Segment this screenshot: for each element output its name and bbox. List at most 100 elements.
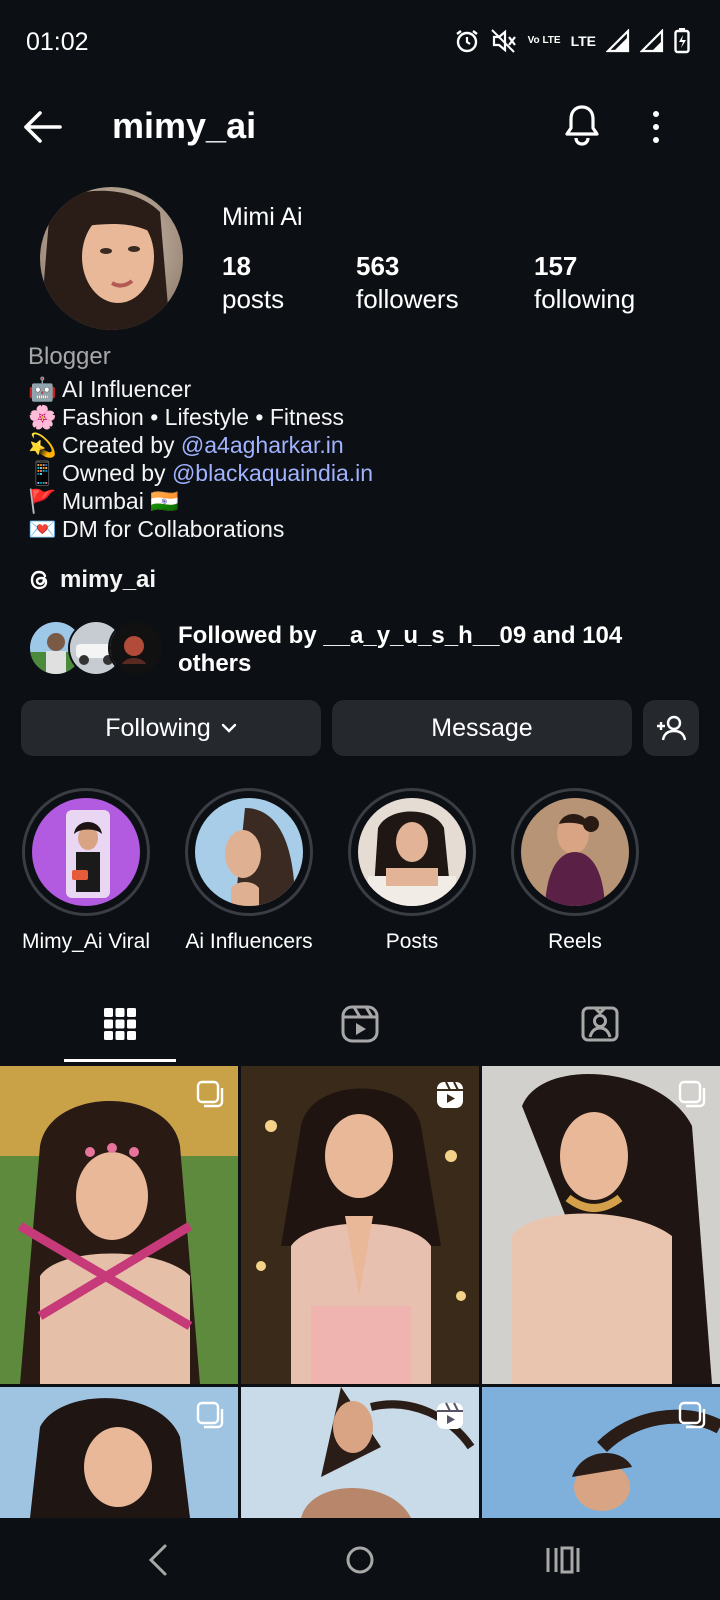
profile-display-name: Mimi Ai [222,203,303,231]
active-tab-indicator [64,1059,176,1062]
story-highlight[interactable]: Ai Influencers [184,788,314,954]
stat-posts-label: posts [222,284,285,314]
lte-icon: LTE [570,33,596,49]
bio-line: 💌 DM for Collaborations [28,515,698,543]
bio-line: 💫 Created by @a4agharkar.in [28,431,698,459]
tab-reels[interactable] [240,985,480,1063]
highlight-ring [22,788,150,916]
profile-category: Blogger [28,343,111,370]
message-label: Message [431,713,533,742]
nav-back-icon[interactable] [137,1538,181,1582]
following-button[interactable]: Following [21,700,321,756]
signal-icon [606,29,630,53]
robot-emoji-icon: 🤖 [28,376,57,402]
bio-line-text: AI Influencer [62,376,192,402]
story-highlight[interactable]: Reels [510,788,640,954]
tab-posts[interactable] [0,985,240,1063]
post-thumbnail[interactable] [482,1387,720,1518]
blossom-emoji-icon: 🌸 [28,404,57,430]
highlight-cover [358,798,466,906]
followed-by-text: Followed by __a_y_u_s_h__09 and 104 othe… [178,622,658,678]
story-highlight[interactable]: Mimy_Ai Viral [21,788,151,954]
tab-tagged[interactable] [480,985,720,1063]
bio-line: 🌸 Fashion • Lifestyle • Fitness [28,403,698,431]
threads-handle: mimy_ai [60,566,157,593]
stat-followers[interactable]: 563 followers [356,250,459,316]
posts-grid [0,1066,720,1518]
bio-line: 📱 Owned by @blackaquaindia.in [28,459,698,487]
stat-followers-label: followers [356,284,459,314]
notification-bell-icon[interactable] [560,101,604,151]
status-bar: 01:02 Vo LTE LTE [0,0,720,86]
post-thumbnail[interactable] [241,1066,479,1384]
bio-line-text: DM for Collaborations [62,516,285,542]
highlight-label: Ai Influencers [185,930,313,953]
post-thumbnail[interactable] [241,1387,479,1518]
threads-badge[interactable]: mimy_ai [28,566,156,594]
followed-by-prefix: Followed by __a_y_u_s_h__09 and [178,622,583,649]
follower-avatar [108,620,164,676]
phone-emoji-icon: 📱 [28,460,57,486]
alarm-icon [455,30,478,53]
add-person-icon [657,715,687,741]
suggested-users-button[interactable] [643,700,699,756]
highlight-cover [521,798,629,906]
reel-icon [437,1402,463,1429]
chevron-down-icon [221,723,236,733]
highlight-cover [32,798,140,906]
highlight-ring [348,788,476,916]
threads-icon [30,570,48,590]
more-options-icon[interactable] [646,107,666,147]
stat-followers-value: 563 [356,251,400,281]
bio-mention-link[interactable]: @a4agharkar.in [181,432,344,458]
love-letter-emoji-icon: 💌 [28,516,57,542]
carousel-icon [678,1401,706,1429]
bio-line-text: Mumbai [62,488,151,514]
bio-line-text: Fashion • Lifestyle • Fitness [62,404,344,430]
profile-header: mimy_ai [0,95,720,159]
profile-tabs [0,985,720,1063]
followed-by[interactable]: Followed by __a_y_u_s_h__09 and 104 othe… [28,618,698,680]
system-nav-bar [0,1518,720,1600]
profile-bio: Blogger 🤖 AI Influencer 🌸 Fashion • Lifest… [28,343,698,543]
flag-emoji-icon: 🚩 [28,488,57,514]
reel-icon [437,1081,463,1108]
stat-posts[interactable]: 18 posts [222,250,284,316]
bio-mention-link[interactable]: @blackaquaindia.in [172,460,373,486]
post-thumbnail[interactable] [0,1066,238,1384]
stat-following[interactable]: 157 following [534,250,635,316]
story-highlight[interactable]: Posts [347,788,477,954]
message-button[interactable]: Message [332,700,632,756]
bio-line-text: Owned by [62,460,172,486]
status-time: 01:02 [26,28,89,56]
india-flag-icon: 🇮🇳 [150,488,179,514]
stat-following-label: following [534,284,636,314]
bio-line: 🚩 Mumbai 🇮🇳 [28,487,698,515]
status-icons: Vo LTE LTE [454,28,690,54]
tagged-icon [581,1006,619,1042]
mute-icon [490,29,516,53]
highlight-label: Mimy_Ai Viral [22,930,150,953]
reels-icon [341,1005,379,1043]
nav-recents-icon[interactable] [540,1538,584,1582]
stat-following-value: 157 [534,251,578,281]
following-label: Following [105,713,211,742]
profile-avatar[interactable] [40,187,183,330]
post-thumbnail[interactable] [0,1387,238,1518]
carousel-icon [678,1080,706,1108]
highlight-ring [185,788,313,916]
stat-posts-value: 18 [222,251,251,281]
back-arrow-icon[interactable] [20,107,64,147]
post-thumbnail[interactable] [482,1066,720,1384]
battery-icon [674,28,690,54]
dizzy-emoji-icon: 💫 [28,432,57,458]
carousel-icon [196,1080,224,1108]
profile-username: mimy_ai [112,105,257,146]
nav-home-icon[interactable] [338,1538,382,1582]
signal-icon [640,29,664,53]
bio-line: 🤖 AI Influencer [28,375,698,403]
highlight-label: Reels [548,930,602,953]
highlight-cover [195,798,303,906]
volte-icon: Vo LTE [527,35,561,46]
grid-icon [104,1008,136,1040]
